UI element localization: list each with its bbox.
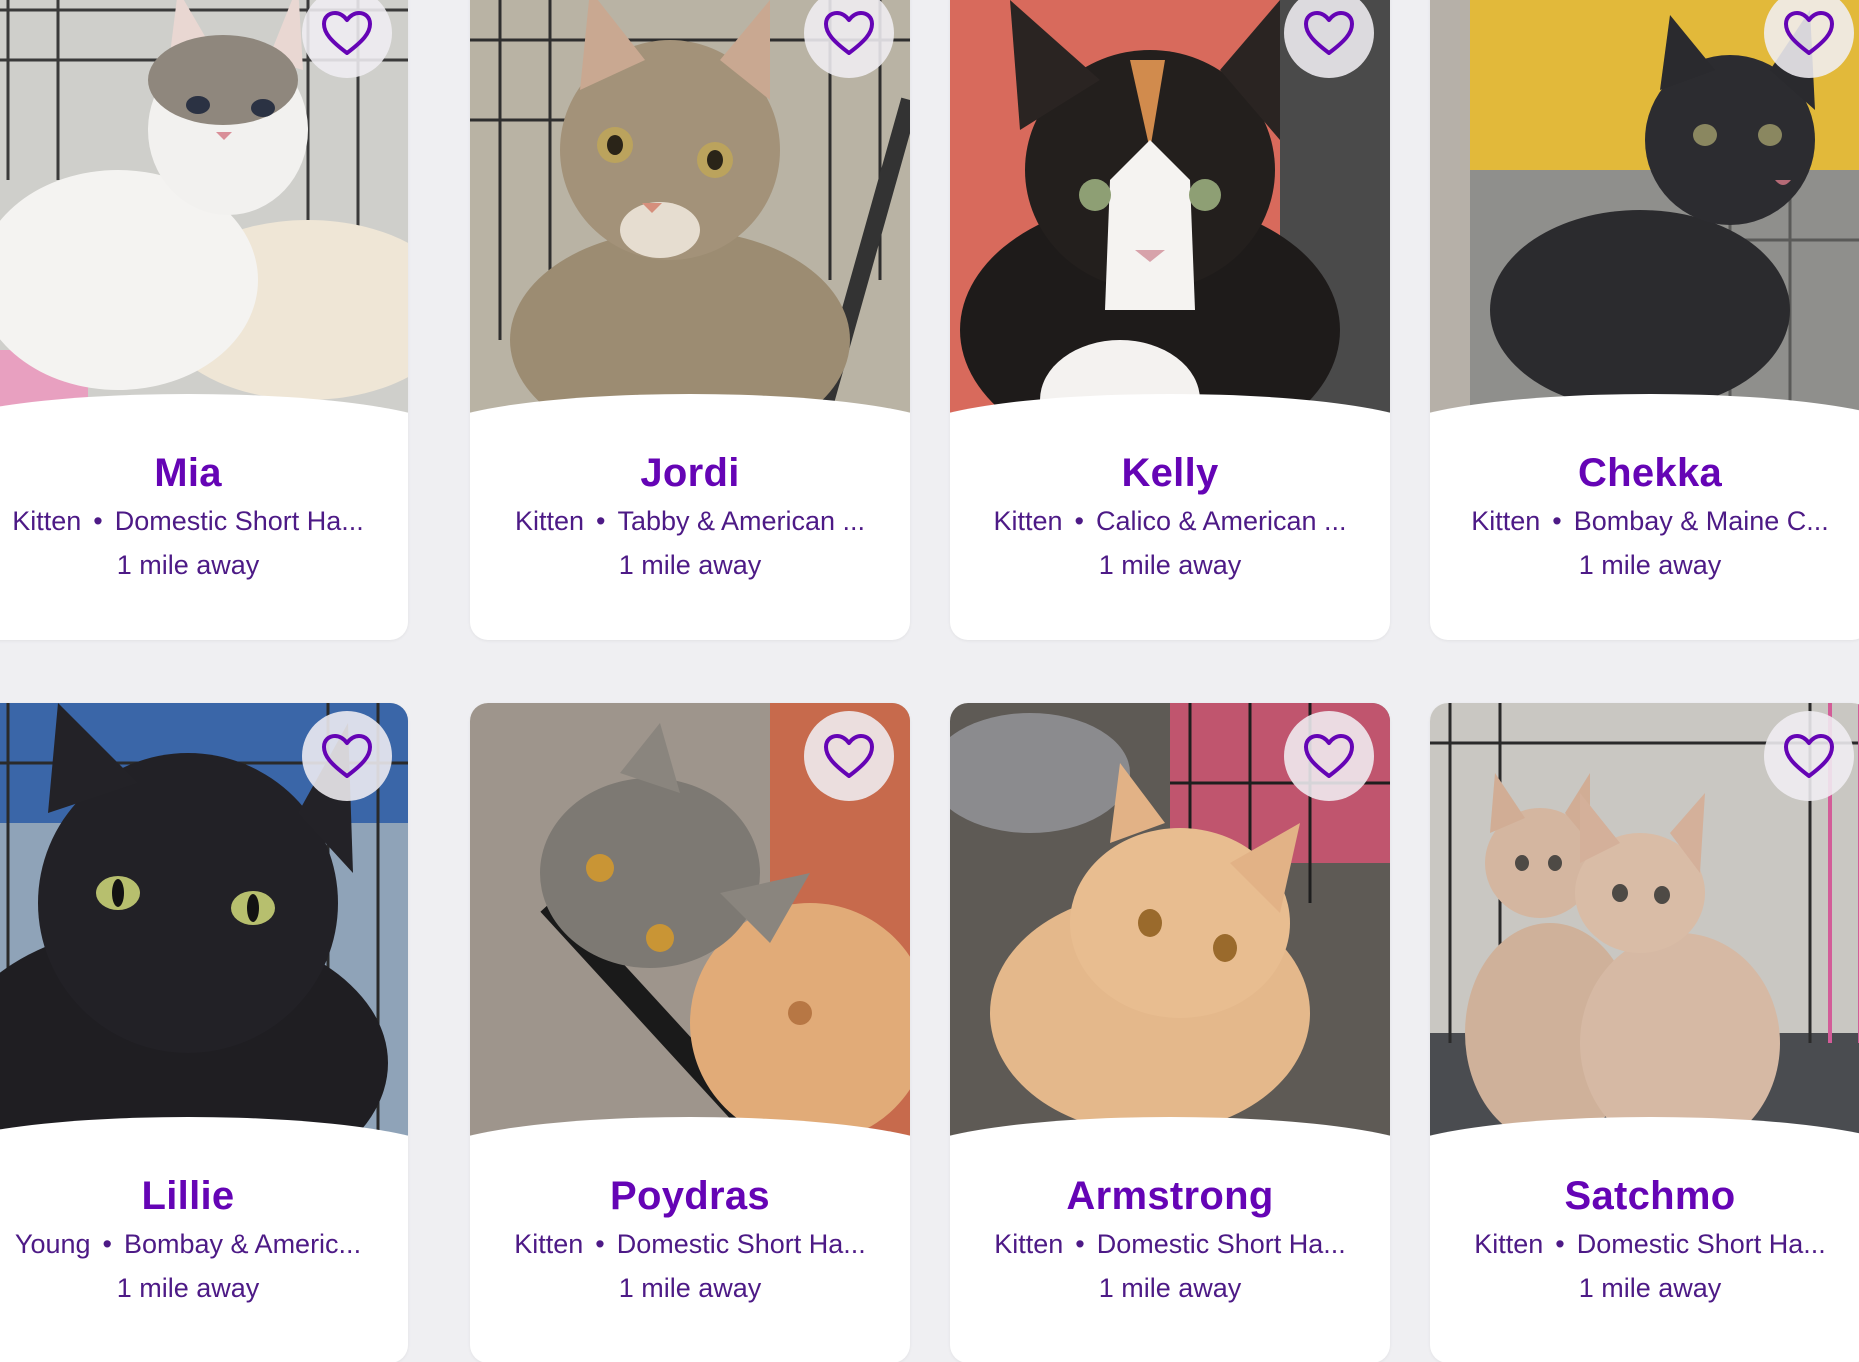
pet-meta: Kitten • Domestic Short Ha... [950, 1227, 1390, 1261]
heart-outline-icon [322, 11, 372, 55]
separator-dot: • [1552, 506, 1562, 536]
pet-meta: Kitten • Domestic Short Ha... [0, 504, 408, 538]
pet-distance: 1 mile away [1098, 550, 1242, 580]
separator-dot: • [595, 506, 606, 536]
separator-dot: • [595, 1229, 605, 1259]
pet-info: Mia Kitten • Domestic Short Ha... 1 mile a… [0, 450, 408, 582]
pet-distance: 1 mile away [116, 1273, 260, 1303]
pet-distance: 1 mile away [1578, 1273, 1722, 1303]
pet-card-lillie[interactable]: Lillie Young • Bombay & Americ... 1 mile a… [0, 703, 408, 1362]
pet-age: Kitten [994, 1229, 1064, 1259]
pet-meta: Kitten • Calico & American ... [950, 504, 1390, 538]
pet-card-poydras[interactable]: Poydras Kitten • Domestic Short Ha... 1 mi… [470, 703, 910, 1362]
pet-age: Kitten [1474, 1229, 1544, 1259]
pet-meta: Young • Bombay & Americ... [0, 1227, 408, 1261]
pet-card-kelly[interactable]: Kelly Kitten • Calico & American ... 1 mil… [950, 0, 1390, 640]
heart-outline-icon [1304, 11, 1354, 55]
pet-name[interactable]: Jordi [470, 450, 910, 496]
pet-age: Kitten [993, 506, 1063, 536]
pet-name[interactable]: Armstrong [950, 1173, 1390, 1219]
favorite-button[interactable] [804, 711, 894, 801]
pet-distance: 1 mile away [618, 1273, 762, 1303]
heart-outline-icon [1304, 734, 1354, 778]
favorite-button[interactable] [1284, 711, 1374, 801]
heart-outline-icon [1784, 734, 1834, 778]
separator-dot: • [93, 506, 103, 536]
pet-name[interactable]: Satchmo [1430, 1173, 1859, 1219]
pet-age: Kitten [514, 1229, 584, 1259]
pet-distance: 1 mile away [116, 550, 260, 580]
heart-outline-icon [322, 734, 372, 778]
pet-breed: Bombay & Maine C... [1573, 506, 1829, 536]
heart-outline-icon [824, 11, 874, 55]
pet-name[interactable]: Mia [0, 450, 408, 496]
separator-dot: • [1555, 1229, 1565, 1259]
separator-dot: • [1074, 506, 1084, 536]
pet-meta: Kitten • Bombay & Maine C... [1430, 504, 1859, 538]
pet-info: Lillie Young • Bombay & Americ... 1 mile a… [0, 1173, 408, 1305]
heart-outline-icon [824, 734, 874, 778]
pet-name[interactable]: Chekka [1430, 450, 1859, 496]
pet-breed: Domestic Short Ha... [616, 1229, 866, 1259]
pet-info: Poydras Kitten • Domestic Short Ha... 1 mi… [470, 1173, 910, 1305]
pet-card-armstrong[interactable]: Armstrong Kitten • Domestic Short Ha... 1 … [950, 703, 1390, 1362]
pet-name[interactable]: Poydras [470, 1173, 910, 1219]
pet-breed: Domestic Short Ha... [114, 506, 364, 536]
pet-breed: Domestic Short Ha... [1576, 1229, 1826, 1259]
favorite-button[interactable] [302, 711, 392, 801]
pet-results-grid: Mia Kitten • Domestic Short Ha... 1 mile a… [0, 0, 1859, 1362]
pet-card-satchmo[interactable]: Satchmo Kitten • Domestic Short Ha... 1 mi… [1430, 703, 1859, 1362]
pet-breed: Calico & American ... [1095, 506, 1347, 536]
separator-dot: • [1075, 1229, 1085, 1259]
pet-age: Young [14, 1229, 91, 1259]
pet-info: Satchmo Kitten • Domestic Short Ha... 1 mi… [1430, 1173, 1859, 1305]
pet-distance: 1 mile away [1098, 1273, 1242, 1303]
pet-breed: Domestic Short Ha... [1096, 1229, 1346, 1259]
pet-card-jordi[interactable]: Jordi Kitten • Tabby & American ... 1 mile… [470, 0, 910, 640]
pet-info: Jordi Kitten • Tabby & American ... 1 mile… [470, 450, 910, 582]
pet-card-mia[interactable]: Mia Kitten • Domestic Short Ha... 1 mile a… [0, 0, 408, 640]
pet-info: Chekka Kitten • Bombay & Maine C... 1 mile… [1430, 450, 1859, 582]
pet-distance: 1 mile away [1578, 550, 1722, 580]
pet-age: Kitten [12, 506, 82, 536]
pet-name[interactable]: Lillie [0, 1173, 408, 1219]
pet-name[interactable]: Kelly [950, 450, 1390, 496]
pet-card-chekka[interactable]: Chekka Kitten • Bombay & Maine C... 1 mile… [1430, 0, 1859, 640]
pet-info: Armstrong Kitten • Domestic Short Ha... 1 … [950, 1173, 1390, 1305]
heart-outline-icon [1784, 11, 1834, 55]
pet-meta: Kitten • Domestic Short Ha... [470, 1227, 910, 1261]
pet-meta: Kitten • Tabby & American ... [470, 504, 910, 538]
pet-distance: 1 mile away [618, 550, 762, 580]
pet-info: Kelly Kitten • Calico & American ... 1 mil… [950, 450, 1390, 582]
pet-breed: Bombay & Americ... [123, 1229, 362, 1259]
pet-breed: Tabby & American ... [617, 506, 866, 536]
pet-age: Kitten [1471, 506, 1541, 536]
separator-dot: • [102, 1229, 112, 1259]
pet-age: Kitten [514, 506, 584, 536]
pet-meta: Kitten • Domestic Short Ha... [1430, 1227, 1859, 1261]
favorite-button[interactable] [1764, 711, 1854, 801]
